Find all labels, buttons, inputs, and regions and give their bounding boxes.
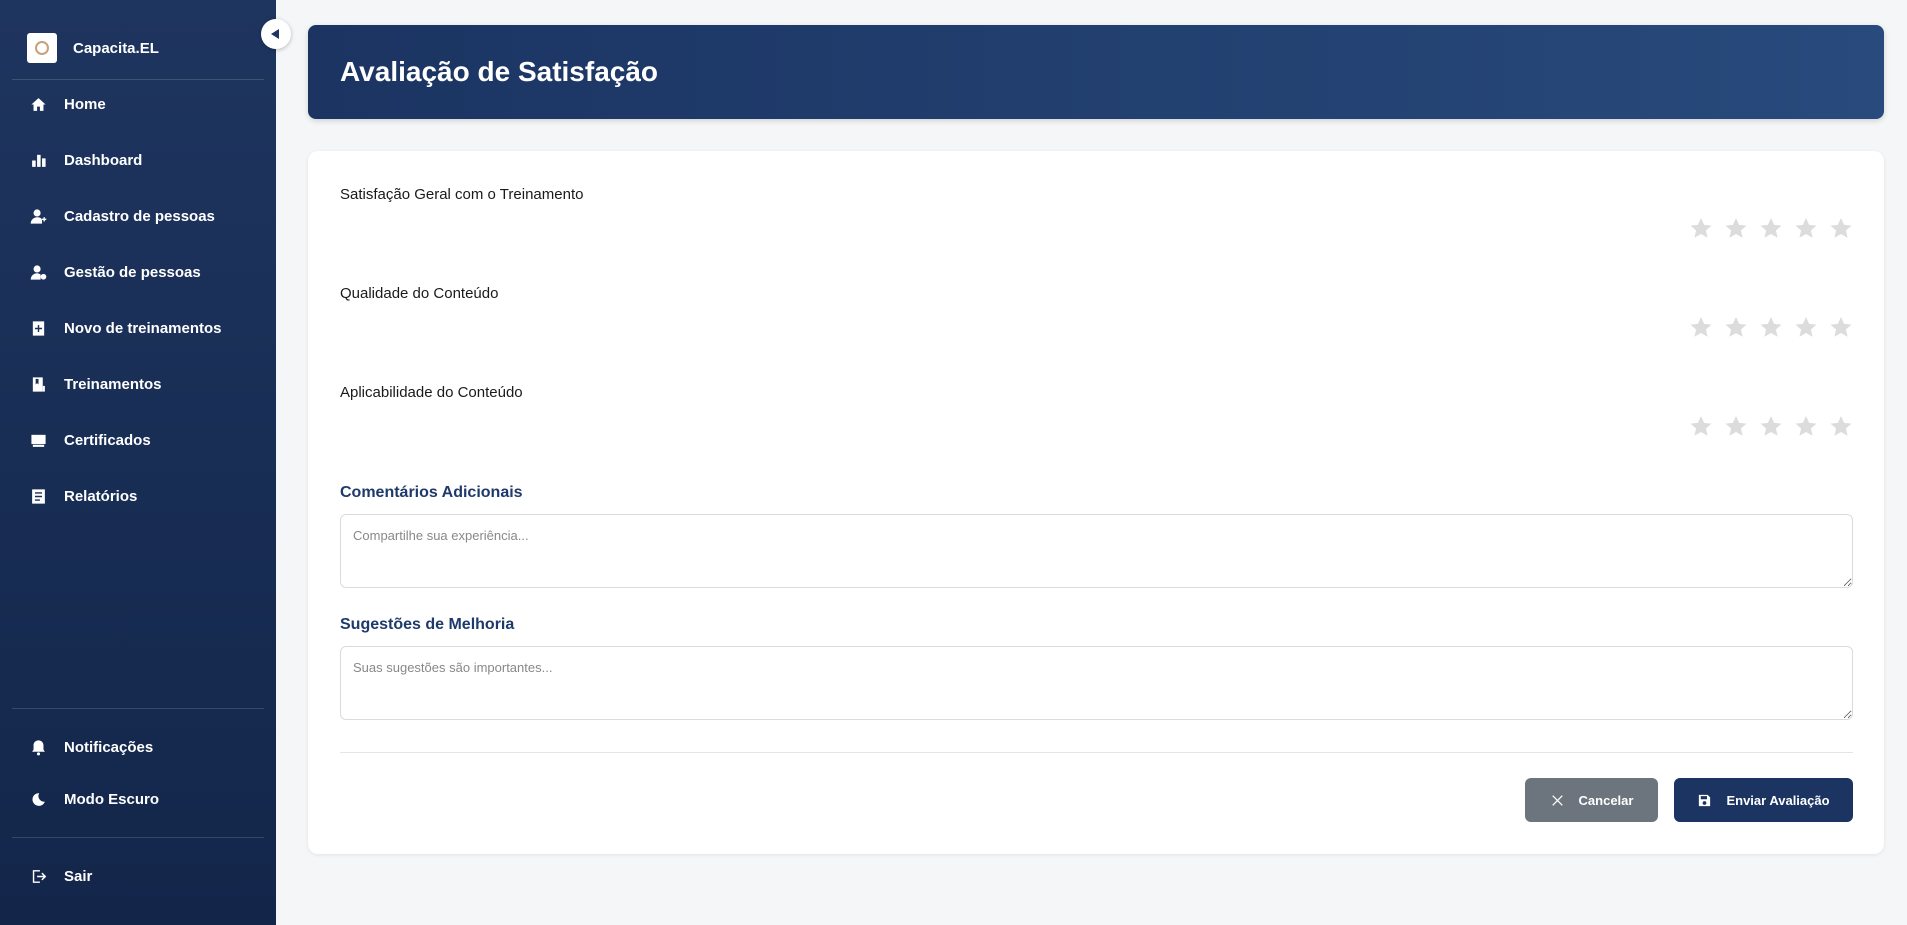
cancel-button[interactable]: Cancelar [1525,778,1658,822]
sidebar-item-label: Gestão de pessoas [64,263,201,281]
star-icon[interactable] [1724,216,1748,240]
star-icon[interactable] [1829,315,1853,339]
home-icon [29,95,47,113]
suggestions-label: Sugestões de Melhoria [340,616,515,633]
sidebar-item-label: Home [64,95,106,113]
sidebar-item-home[interactable]: Home [0,84,276,124]
rating-stars-content-quality [1689,315,1853,339]
sidebar-item-novo-de-treinamentos[interactable]: Novo de treinamentos [0,308,276,348]
sidebar-item-label: Dashboard [64,151,143,169]
sidebar-item-label: Modo Escuro [64,790,160,808]
logout-icon [29,867,47,885]
comments-label: Comentários Adicionais [340,484,523,501]
star-icon[interactable] [1689,216,1713,240]
sidebar-item-label: Cadastro de pessoas [64,207,215,225]
sidebar-divider [12,79,264,80]
book-icon [29,375,47,393]
cancel-button-label: Cancelar [1578,792,1634,808]
sidebar-item-notificacoes[interactable]: Notificações [0,727,276,767]
sidebar: Capacita.EL Home Dashboard Cadastro de p… [0,0,276,925]
save-icon [1699,794,1711,806]
sidebar-item-modo-escuro[interactable]: Modo Escuro [0,779,276,819]
sidebar-item-label: Novo de treinamentos [64,319,222,337]
evaluation-form: Satisfação Geral com o Treinamento Quali… [308,151,1884,854]
user-plus-icon [29,207,47,225]
brand-name: Capacita.EL [73,39,159,57]
certificate-icon [29,431,47,449]
bell-icon [29,738,47,756]
star-icon[interactable] [1794,414,1818,438]
comments-field[interactable] [340,514,1853,588]
caret-left-icon [271,29,279,39]
user-gear-icon [29,263,47,281]
moon-icon [29,790,47,808]
sidebar-item-label: Relatórios [64,487,138,505]
submit-button-label: Enviar Avaliação [1726,792,1830,808]
submit-evaluation-button[interactable]: Enviar Avaliação [1674,778,1853,822]
star-icon[interactable] [1759,216,1783,240]
sidebar-item-relatorios[interactable]: Relatórios [0,476,276,516]
star-icon[interactable] [1724,414,1748,438]
sidebar-item-label: Certificados [64,431,151,449]
brand[interactable]: Capacita.EL [27,33,159,63]
close-icon [1551,794,1563,806]
rating-label: Satisfação Geral com o Treinamento [340,186,584,203]
rating-label: Qualidade do Conteúdo [340,285,499,302]
rating-stars-general [1689,216,1853,240]
page-header: Avaliação de Satisfação [308,25,1884,119]
star-icon[interactable] [1829,216,1853,240]
sidebar-item-gestao-de-pessoas[interactable]: Gestão de pessoas [0,252,276,292]
sidebar-item-label: Treinamentos [64,375,162,393]
star-icon[interactable] [1794,216,1818,240]
star-icon[interactable] [1829,414,1853,438]
sidebar-item-dashboard[interactable]: Dashboard [0,140,276,180]
book-plus-icon [29,319,47,337]
star-icon[interactable] [1794,315,1818,339]
bar-chart-icon [29,151,47,169]
page-title: Avaliação de Satisfação [340,56,659,87]
rating-stars-applicability [1689,414,1853,438]
sidebar-item-treinamentos[interactable]: Treinamentos [0,364,276,404]
sidebar-item-label: Notificações [64,738,154,756]
sidebar-item-label: Sair [64,867,93,885]
sidebar-divider [12,708,264,709]
brand-logo [27,33,57,63]
rating-label: Aplicabilidade do Conteúdo [340,384,523,401]
star-icon[interactable] [1689,414,1713,438]
star-icon[interactable] [1724,315,1748,339]
sidebar-collapse-button[interactable] [261,19,291,49]
suggestions-field[interactable] [340,646,1853,720]
form-divider [340,752,1853,753]
sidebar-item-sair[interactable]: Sair [0,856,276,896]
sidebar-item-certificados[interactable]: Certificados [0,420,276,460]
star-icon[interactable] [1759,414,1783,438]
star-icon[interactable] [1759,315,1783,339]
sidebar-divider [12,837,264,838]
report-icon [29,487,47,505]
sidebar-item-cadastro-de-pessoas[interactable]: Cadastro de pessoas [0,196,276,236]
star-icon[interactable] [1689,315,1713,339]
